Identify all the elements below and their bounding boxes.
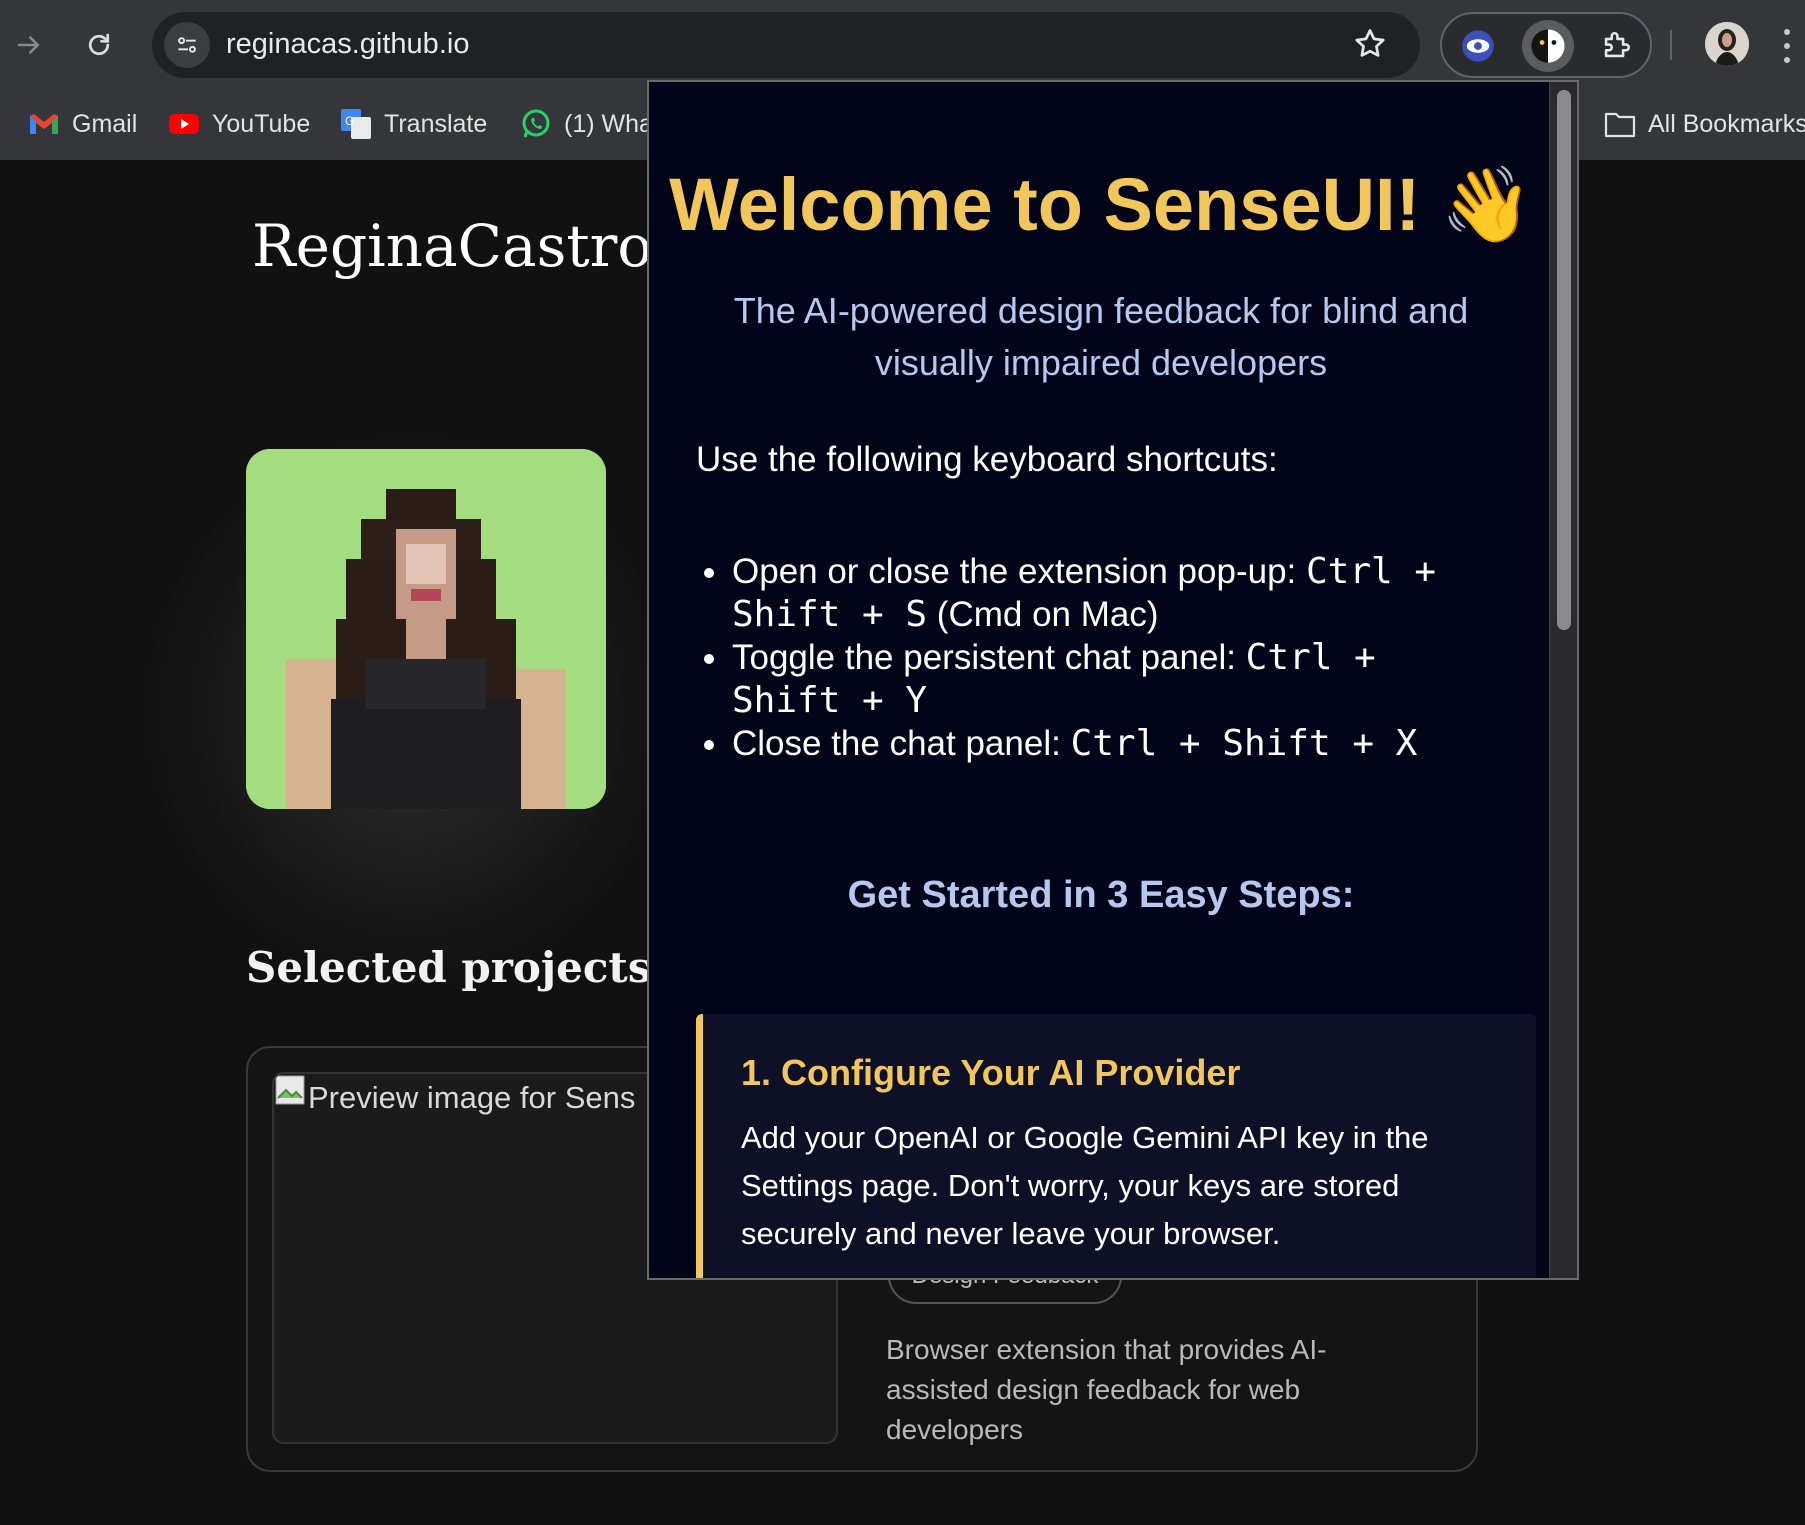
bookmark-youtube[interactable]: YouTube (168, 102, 310, 146)
step-title: 1. Configure Your AI Provider (741, 1052, 1241, 1093)
address-bar[interactable]: reginacas.github.io (152, 12, 1420, 78)
svg-text:G: G (345, 114, 354, 128)
bookmark-label: YouTube (212, 109, 311, 138)
extensions-group (1440, 12, 1652, 78)
shortcut-description: Open or close the extension pop-up: (732, 552, 1306, 591)
bookmark-translate[interactable]: G Translate (340, 102, 487, 146)
reload-icon (88, 33, 110, 56)
scrollbar-thumb[interactable] (1557, 90, 1571, 630)
all-bookmarks-label: All Bookmarks (1648, 109, 1805, 138)
step-card-1: 1. Configure Your AI Provider Add your O… (696, 1014, 1536, 1278)
site-settings-icon[interactable] (164, 22, 210, 68)
shortcut-item: Toggle the persistent chat panel: Ctrl +… (696, 636, 1496, 722)
site-logo[interactable]: ReginaCastro (252, 212, 652, 280)
shortcut-description: Close the chat panel: (732, 724, 1071, 763)
shortcut-keys: Ctrl + Shift + X (1070, 723, 1418, 764)
eye-extension-icon[interactable] (1452, 20, 1504, 72)
popup-title: Welcome to SenseUI! 👋 (669, 163, 1533, 246)
broken-image-icon (275, 1075, 305, 1105)
browser-toolbar: reginacas.github.io (0, 0, 1805, 90)
profile-avatar[interactable] (1705, 22, 1749, 66)
puzzle-extensions-icon[interactable] (1590, 20, 1642, 72)
shortcut-suffix: (Cmd on Mac) (927, 595, 1159, 634)
image-alt-text: Preview image for Sens (308, 1080, 636, 1115)
shortcut-description: Toggle the persistent chat panel: (732, 638, 1246, 677)
bookmark-star-icon[interactable] (1352, 26, 1390, 64)
shortcut-list: Open or close the extension pop-up: Ctrl… (696, 550, 1496, 765)
arrow-right-icon (17, 36, 40, 54)
bookmark-whatsapp[interactable]: (1) Wha (520, 102, 653, 146)
shortcuts-lead: Use the following keyboard shortcuts: (696, 440, 1278, 479)
steps-title: Get Started in 3 Easy Steps: (847, 874, 1355, 916)
browser-menu-icon[interactable] (1782, 24, 1802, 68)
step-body: Add your OpenAI or Google Gemini API key… (741, 1120, 1429, 1251)
toolbar-divider (1670, 30, 1672, 60)
shortcut-item: Close the chat panel: Ctrl + Shift + X (696, 722, 1496, 765)
all-bookmarks[interactable]: All Bookmarks (1604, 102, 1805, 146)
senseui-popup[interactable]: Welcome to SenseUI! 👋 The AI-powered des… (647, 80, 1579, 1280)
project-description: Browser extension that provides AI-assis… (886, 1334, 1327, 1445)
bookmark-label: Translate (384, 109, 488, 138)
forward-button[interactable] (4, 20, 54, 70)
url-text[interactable]: reginacas.github.io (226, 28, 469, 61)
youtube-icon (168, 108, 200, 140)
reload-button[interactable] (74, 20, 124, 70)
bookmark-label: Gmail (72, 109, 138, 138)
popup-subtitle: The AI-powered design feedback for blind… (733, 290, 1469, 383)
folder-icon (1604, 108, 1636, 140)
shortcut-item: Open or close the extension pop-up: Ctrl… (696, 550, 1496, 636)
whatsapp-icon (520, 108, 552, 140)
portrait-image (246, 449, 606, 809)
translate-icon: G (340, 108, 372, 140)
popup-scrollbar[interactable] (1549, 82, 1577, 1278)
section-title: Selected projects (246, 943, 652, 992)
profile-photo (246, 449, 606, 809)
senseui-extension-icon[interactable] (1522, 20, 1574, 72)
bookmark-label: (1) Wha (564, 109, 653, 138)
bookmark-gmail[interactable]: Gmail (28, 102, 137, 146)
gmail-icon (28, 108, 60, 140)
